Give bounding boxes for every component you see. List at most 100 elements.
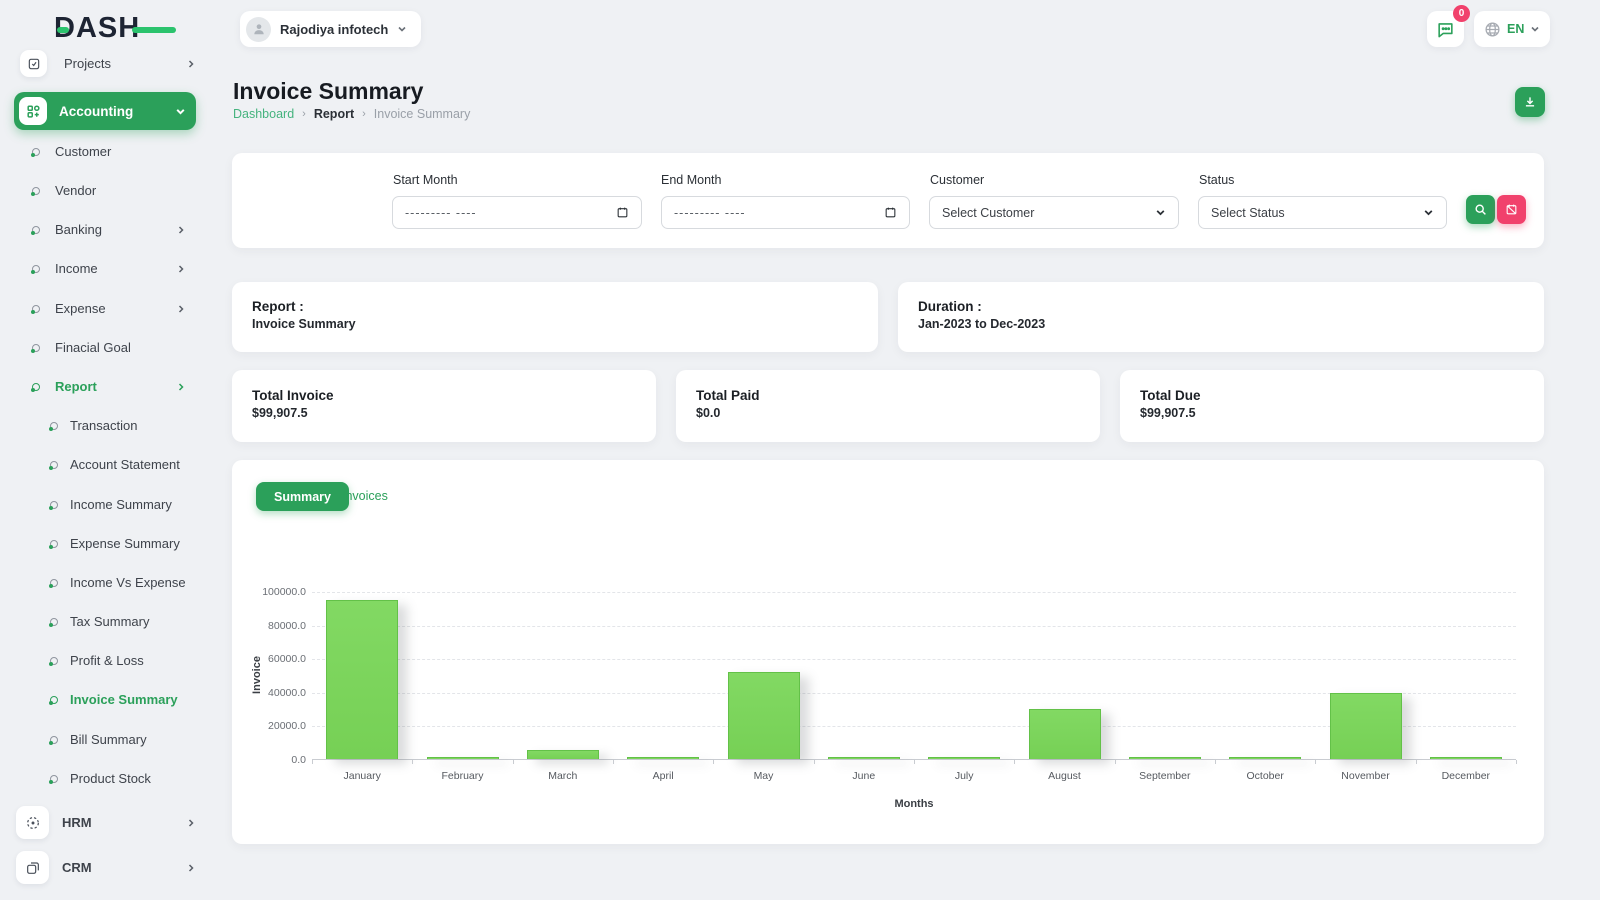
page-title: Invoice Summary — [233, 78, 423, 105]
customer-select[interactable]: Select Customer — [929, 196, 1179, 229]
x-tick-label: January — [312, 770, 412, 782]
report-value: Invoice Summary — [252, 317, 858, 331]
sidebar-item-financial-goal[interactable]: Finacial Goal — [32, 340, 186, 355]
language-selector[interactable]: EN — [1474, 11, 1550, 47]
total-invoice-card: Total Invoice $99,907.5 — [232, 370, 656, 442]
sidebar-item-product-stock[interactable]: Product Stock — [50, 771, 190, 786]
chat-icon — [1436, 20, 1455, 39]
x-tick-label: July — [914, 770, 1014, 782]
breadcrumb-report[interactable]: Report — [314, 107, 354, 121]
messages-button[interactable]: 0 — [1427, 11, 1464, 47]
x-tick — [312, 760, 313, 764]
sidebar-item-report[interactable]: Report — [32, 379, 186, 394]
sidebar-item-expense-summary[interactable]: Expense Summary — [50, 536, 190, 551]
calendar-icon — [616, 206, 629, 219]
start-month-label: Start Month — [393, 173, 458, 187]
download-button[interactable] — [1515, 87, 1545, 117]
breadcrumb-dashboard[interactable]: Dashboard — [233, 107, 294, 121]
sidebar-item-income-vs-expense[interactable]: Income Vs Expense — [50, 575, 190, 590]
sidebar-item-invoice-summary[interactable]: Invoice Summary — [50, 692, 190, 707]
gridline — [312, 592, 1516, 593]
sidebar-item-vendor[interactable]: Vendor — [32, 183, 186, 198]
chevron-right-icon — [186, 863, 196, 873]
sidebar-item-banking[interactable]: Banking — [32, 222, 186, 237]
y-tick-label: 20000.0 — [268, 720, 306, 732]
duration-value: Jan-2023 to Dec-2023 — [918, 317, 1524, 331]
bullet-icon — [32, 305, 40, 313]
sidebar-item-transaction[interactable]: Transaction — [50, 418, 190, 433]
sidebar-item-crm[interactable]: CRM — [16, 851, 196, 884]
y-tick-label: 0.0 — [291, 754, 306, 766]
logo[interactable]: DASH — [54, 12, 164, 46]
x-tick — [412, 760, 413, 764]
end-month-label: End Month — [661, 173, 721, 187]
x-tick-label: October — [1215, 770, 1315, 782]
bar-september — [1129, 757, 1201, 759]
chevron-down-icon — [397, 24, 407, 34]
logo-accent-dash — [57, 27, 69, 33]
sidebar-item-tax-summary[interactable]: Tax Summary — [50, 614, 190, 629]
sidebar-item-income-summary[interactable]: Income Summary — [50, 497, 190, 512]
search-button[interactable] — [1466, 195, 1495, 224]
avatar — [246, 17, 271, 42]
total-due-value: $99,907.5 — [1140, 406, 1524, 420]
report-label: Report : — [252, 299, 858, 314]
bullet-icon — [32, 226, 40, 234]
x-tick — [914, 760, 915, 764]
search-icon — [1474, 203, 1487, 216]
sidebar-item-accounting[interactable]: Accounting — [14, 92, 196, 130]
sidebar-item-customer[interactable]: Customer — [32, 144, 186, 159]
bullet-icon — [50, 696, 58, 704]
projects-icon — [20, 50, 47, 77]
total-due-card: Total Due $99,907.5 — [1120, 370, 1544, 442]
sidebar-item-income[interactable]: Income — [32, 261, 186, 276]
chat-badge: 0 — [1453, 5, 1470, 22]
bar-november — [1330, 693, 1402, 759]
status-label: Status — [1199, 173, 1234, 187]
reset-button[interactable] — [1497, 195, 1526, 224]
x-tick — [1516, 760, 1517, 764]
y-axis-labels: 0.020000.040000.060000.080000.0100000.0 — [232, 592, 306, 760]
sidebar-item-hrm[interactable]: HRM — [16, 806, 196, 839]
x-tick-label: June — [814, 770, 914, 782]
chevron-right-icon — [176, 382, 186, 392]
bar-july — [928, 757, 1000, 759]
tab-invoices[interactable]: Invoices — [342, 489, 388, 503]
company-switcher[interactable]: Rajodiya infotech — [240, 11, 421, 47]
calendar-icon — [884, 206, 897, 219]
chevron-down-icon — [1423, 207, 1434, 218]
status-select[interactable]: Select Status — [1198, 196, 1447, 229]
end-month-input[interactable]: --------- ---- — [661, 196, 910, 229]
sidebar-item-projects[interactable]: Projects — [20, 50, 196, 77]
total-paid-card: Total Paid $0.0 — [676, 370, 1100, 442]
calendar-slash-icon — [1505, 203, 1518, 216]
filter-panel: Start Month End Month Customer Status --… — [232, 153, 1544, 248]
bullet-icon — [50, 461, 58, 469]
tab-summary[interactable]: Summary — [256, 482, 349, 511]
chevron-down-icon — [175, 106, 186, 117]
x-tick — [1115, 760, 1116, 764]
x-tick-label: November — [1315, 770, 1415, 782]
sidebar-item-bill-summary[interactable]: Bill Summary — [50, 732, 190, 747]
x-tick-label: December — [1416, 770, 1516, 782]
accounting-icon — [19, 97, 47, 125]
chevron-down-icon — [1530, 24, 1540, 34]
bar-august — [1029, 709, 1101, 759]
hrm-icon — [16, 806, 49, 839]
sidebar-item-expense[interactable]: Expense — [32, 301, 186, 316]
breadcrumb: Dashboard › Report › Invoice Summary — [233, 107, 470, 121]
sidebar-item-account-statement[interactable]: Account Statement — [50, 457, 190, 472]
bar-october — [1229, 757, 1301, 759]
sidebar-item-profit-loss[interactable]: Profit & Loss — [50, 653, 190, 668]
bar-june — [828, 757, 900, 759]
x-tick — [1215, 760, 1216, 764]
bar-december — [1430, 757, 1502, 759]
start-month-input[interactable]: --------- ---- — [392, 196, 642, 229]
duration-label: Duration : — [918, 299, 1524, 314]
chevron-right-icon: › — [362, 108, 366, 120]
bar-march — [527, 750, 599, 759]
crm-icon — [16, 851, 49, 884]
x-axis-title: Months — [312, 798, 1516, 810]
bullet-icon — [50, 579, 58, 587]
x-tick — [613, 760, 614, 764]
